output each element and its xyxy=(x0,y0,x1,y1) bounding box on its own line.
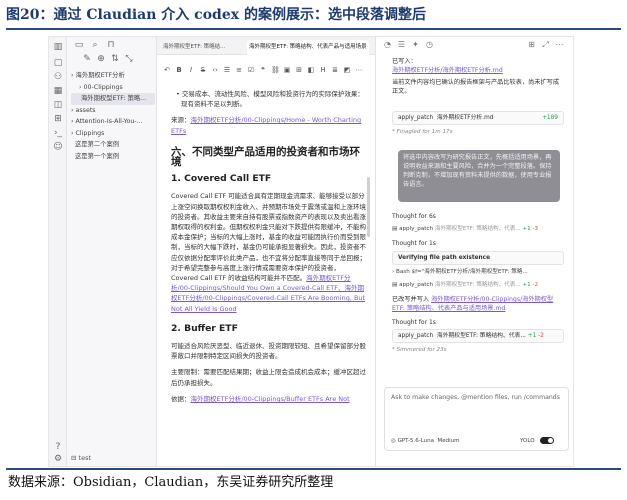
history-icon[interactable]: ◷ xyxy=(424,40,435,50)
final-message: 已改写并写入 海外期权ETF分析/00-Clippings/海外期权型ETF: … xyxy=(392,296,554,312)
bash-line[interactable]: › Bash $f="海外期权ETF分析/海外期权型ETF: 策略... xyxy=(392,268,564,277)
chat-icon[interactable]: ◔ xyxy=(382,40,393,50)
tab-bar: 海外期权型ETF: 策略结... 海外期权型ETF: 策略结构、代表产品与适用场… xyxy=(157,37,375,55)
settings-icon[interactable]: ⚙ xyxy=(53,455,63,464)
thought-toggle[interactable]: Thought for 1s xyxy=(392,240,436,247)
menu-icon[interactable]: ⋯ xyxy=(554,40,565,50)
graph-icon[interactable]: ⚇ xyxy=(53,73,63,82)
file-tree-item[interactable]: › 00-Clippings xyxy=(71,82,155,94)
canvas-icon[interactable]: ◫ xyxy=(53,101,63,110)
image-icon[interactable]: ▣ xyxy=(283,65,291,76)
sort-icon[interactable]: ⇅ xyxy=(109,54,121,64)
terminal-icon[interactable]: ›_ xyxy=(53,129,63,138)
buffer-link[interactable]: 海外期权ETF分析/00-Clippings/Buffer ETFs Are N… xyxy=(191,395,350,403)
vault-icon: ⊟ xyxy=(71,454,79,462)
new-folder-icon[interactable]: ⊕ xyxy=(95,54,107,64)
list-icon[interactable]: ☰ xyxy=(396,40,407,50)
patch-line[interactable]: ▤ apply_patch 海外期权型ETF: 策略结构、代表... +1 -3 xyxy=(392,225,564,234)
quote-icon[interactable]: ❝ xyxy=(259,65,267,76)
numbered-list-icon[interactable]: ≡ xyxy=(235,65,243,76)
align-icon[interactable]: ≣ xyxy=(331,65,339,76)
user-message: 将选中内容改写为研究报告正文，先概括适用场景，再说明收益来源和主要风险，合并为一… xyxy=(398,150,560,202)
effort-selector[interactable]: Medium xyxy=(438,438,460,444)
file-tree: › 海外期权ETF分析 › 00-Clippings 海外期权型ETF: 策略...… xyxy=(71,70,155,162)
editor-scrollbar[interactable] xyxy=(367,177,370,237)
calendar-icon[interactable]: ▦ xyxy=(53,87,63,96)
bullet-list-icon[interactable]: ☰ xyxy=(223,65,231,76)
app-screenshot: ▥ ▢ ⚇ ▦ ◫ ⊞ ›_ ☺ ? ⚙ ▭ ⌕ ⊓ ✎ ⊕ ⇅ ⤡ › 海外期… xyxy=(48,36,574,467)
yolo-toggle[interactable] xyxy=(540,437,554,444)
sparkle-icon[interactable]: ✦ xyxy=(410,40,421,50)
file-tree-item[interactable]: › assets xyxy=(71,105,155,117)
tab-note-2[interactable]: 海外期权型ETF: 策略结构、代表产品与适用场景 xyxy=(247,40,369,55)
subheading-covered-call: 1. Covered Call ETF xyxy=(171,173,272,185)
file-tree-item[interactable]: 这是第二个案例 xyxy=(71,139,155,151)
folder-icon[interactable]: ▭ xyxy=(73,40,85,50)
vault-switcher[interactable]: ⊟ test xyxy=(71,454,91,462)
file-icon[interactable]: ▢ xyxy=(53,59,63,68)
timing-note: * Simmered for 23s xyxy=(392,347,447,353)
source-link[interactable]: 海外期权ETF分析/00-Clippings/Home - Worth Char… xyxy=(171,116,361,134)
claudian-panel: ◔ ☰ ✦ ◷ ⊞ ⤢ ⋯ 已写入： 海外期权ETF分析/海外期权ETF分析.m… xyxy=(375,37,573,466)
written-file-link[interactable]: 海外期权ETF分析/海外期权ETF分析.md xyxy=(392,67,503,74)
new-note-icon[interactable]: ✎ xyxy=(81,54,93,64)
input-placeholder: Ask to make changes, @mention files, run… xyxy=(391,394,560,401)
bookmark-icon[interactable]: ⊓ xyxy=(105,40,117,50)
expand-icon[interactable]: ⤢ xyxy=(540,40,551,50)
patch-card[interactable]: apply_patch 海外期权ETF分析.md +189 xyxy=(392,111,564,125)
collapse-icon[interactable]: ⤡ xyxy=(123,54,135,64)
new-chat-icon[interactable]: ⊞ xyxy=(526,40,537,50)
note-body: • 交易成本、流动性风险、模型风险和投资行为的实际保护效果：现有资料不足以判断。… xyxy=(171,89,366,410)
strike-icon[interactable]: S xyxy=(199,65,207,76)
left-ribbon: ▥ ▢ ⚇ ▦ ◫ ⊞ ›_ ☺ ? ⚙ xyxy=(49,37,67,466)
link-icon[interactable]: ⛓ xyxy=(271,65,280,76)
editor-toolbar: ↶ B I S ‹› ☰ ≡ ☑ ❝ ⛓ ▣ ⊞ ◧ H ≣ ◩ ⋯ xyxy=(157,65,375,79)
sidebar-toggle-icon[interactable]: ▥ xyxy=(53,43,63,52)
chat-input[interactable]: Ask to make changes, @mention files, run… xyxy=(384,387,569,451)
file-tree-item[interactable]: › Attention-Is-All-You-... xyxy=(71,116,155,128)
tab-note-1[interactable]: 海外期权型ETF: 策略结... xyxy=(161,40,245,55)
highlight-icon[interactable]: ◩ xyxy=(343,65,351,76)
figure-source: 数据来源：Obsidian，Claudian，东吴证券研究所整理 xyxy=(6,468,621,498)
italic-icon[interactable]: I xyxy=(187,65,195,76)
template-icon[interactable]: ⊞ xyxy=(53,115,63,124)
buffer-basis-line: 依据：海外期权ETF分析/00-Clippings/Buffer ETFs Ar… xyxy=(171,394,350,403)
table-icon[interactable]: ⊞ xyxy=(295,65,303,76)
figure-title: 图20：通过 Claudian 介入 codex 的案例展示：选中段落调整后 xyxy=(6,4,621,30)
buffer-paragraph: 可能适合风险厌恶型、临近退休、投资期限较短、且希望保留部分股票敞口并限制特定区间… xyxy=(171,342,366,361)
list-item: • 交易成本、流动性风险、模型风险和投资行为的实际保护效果：现有资料不足以判断。 xyxy=(176,90,364,109)
code-icon[interactable]: ‹› xyxy=(211,65,219,76)
heading-icon[interactable]: H xyxy=(319,65,327,76)
checklist-icon[interactable]: ☑ xyxy=(247,65,255,76)
verify-card[interactable]: Verifying file path existence xyxy=(392,251,564,265)
covered-call-paragraph: Covered Call ETF 可能适合具有定期现金流需求、能够接受以部分上涨… xyxy=(171,192,366,313)
file-tree-item[interactable]: › Clippings xyxy=(71,128,155,140)
patch-card[interactable]: apply_patch 海外期权型ETF: 策略结构、代表... +1 -2 xyxy=(392,329,564,343)
timing-note: * Finagled for 1m 17s xyxy=(392,129,453,135)
assistant-message: 已写入： 海外期权ETF分析/海外期权ETF分析.md 当前文件内容均已确认的报… xyxy=(392,58,560,95)
help-icon[interactable]: ? xyxy=(53,443,63,452)
callout-icon[interactable]: ◧ xyxy=(307,65,315,76)
buffer-limits-paragraph: 主要限制：需要匹配结果期；收益上限会造成机会成本；缓冲区超过后仍承担损失。 xyxy=(171,368,366,387)
thought-toggle[interactable]: Thought for 1s xyxy=(392,319,436,326)
file-tree-item[interactable]: 海外期权型ETF: 策略... xyxy=(71,93,155,105)
file-explorer: ▭ ⌕ ⊓ ✎ ⊕ ⇅ ⤡ › 海外期权ETF分析 › 00-Clippings 海… xyxy=(67,37,157,466)
search-icon[interactable]: ⌕ xyxy=(89,40,101,50)
more-icon[interactable]: ⋯ xyxy=(355,65,363,76)
thought-toggle[interactable]: Thought for 6s xyxy=(392,213,436,220)
editor-pane: 海外期权型ETF: 策略结... 海外期权型ETF: 策略结构、代表产品与适用场… xyxy=(157,37,375,466)
patch-line[interactable]: ▤ apply_patch 海外期权型ETF: 策略结构、代表... +1 -2 xyxy=(392,281,564,290)
model-selector[interactable]: ◎ GPT-5.6-Luna Medium xyxy=(391,438,460,444)
section-heading: 六、不同类型产品适用的投资者和市场环境 xyxy=(171,145,360,169)
bold-icon[interactable]: B xyxy=(175,65,183,76)
yolo-label: YOLO xyxy=(520,438,535,444)
subheading-buffer: 2. Buffer ETF xyxy=(171,322,238,334)
file-tree-item[interactable]: 这是第一个案例 xyxy=(71,151,155,163)
bot-icon[interactable]: ☺ xyxy=(53,143,63,152)
source-line: 来源：海外期权ETF分析/00-Clippings/Home - Worth C… xyxy=(171,116,362,135)
file-tree-item[interactable]: › 海外期权ETF分析 xyxy=(71,70,155,82)
undo-icon[interactable]: ↶ xyxy=(163,65,171,76)
